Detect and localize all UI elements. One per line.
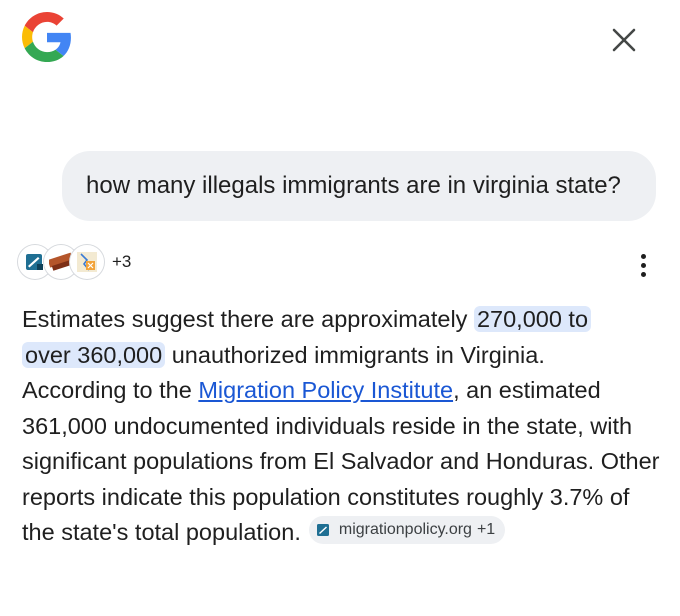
answer-text-part-2: unauthorized immigrants in Virginia.: [165, 341, 545, 368]
sources-count: +3: [112, 252, 132, 271]
query-bubble: how many illegals immigrants are in virg…: [62, 151, 656, 221]
query-text: how many illegals immigrants are in virg…: [86, 172, 621, 199]
highlight-range-end[interactable]: over 360,000: [22, 341, 166, 368]
more-vert-icon[interactable]: [628, 248, 658, 282]
map-favicon-icon: [70, 245, 104, 279]
migrationpolicy-favicon-icon: [316, 524, 329, 536]
highlight-range-start[interactable]: 270,000 to: [473, 306, 592, 332]
citation-domain: migrationpolicy.org: [338, 521, 472, 538]
citation-chip[interactable]: migrationpolicy.org +1: [308, 516, 506, 544]
close-icon: [612, 28, 636, 52]
answer-text-part-1: Estimates suggest there are approximatel…: [22, 306, 474, 332]
migration-policy-link[interactable]: Migration Policy Institute: [198, 377, 453, 403]
google-g-icon[interactable]: [22, 12, 72, 62]
citation-extra-count: +1: [476, 521, 496, 538]
answer-text: Estimates suggest there are approximatel…: [22, 302, 662, 551]
sources-row[interactable]: +3: [18, 244, 131, 280]
close-button[interactable]: [604, 20, 644, 60]
answer-text-part-3: According to the: [22, 377, 199, 403]
